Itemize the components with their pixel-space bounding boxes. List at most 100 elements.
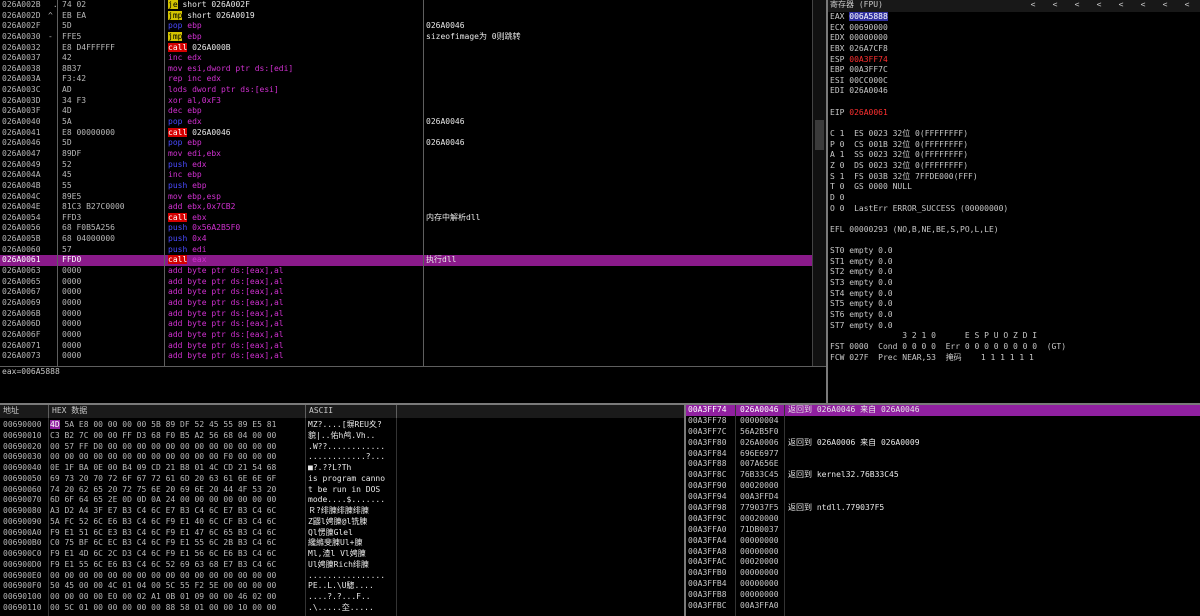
register-line[interactable]: ST6 empty 0.0	[830, 310, 1200, 321]
dump-row[interactable]: 00690090 5A FC 52 6C E6 B3 C4 6C F9 E1 40…	[0, 517, 684, 528]
disasm-row[interactable]: 026A004A 45 inc ebp	[0, 170, 812, 181]
disasm-row[interactable]: 026A0063 0000 add byte ptr ds:[eax],al	[0, 266, 812, 277]
dump-row[interactable]: 00690030 00 00 00 00 00 00 00 00 00 00 00…	[0, 452, 684, 463]
stack-row[interactable]: 00A3FF8C 76B33C45 返回到 kernel32.76B33C45	[686, 470, 1200, 481]
disasm-row[interactable]: 026A0071 0000 add byte ptr ds:[eax],al	[0, 341, 812, 352]
stack-row[interactable]: 00A3FF80 026A0006 返回到 026A0006 来自 026A0009	[686, 438, 1200, 449]
disasm-row[interactable]: 026A002D ^ EB EA jmp short 026A0019	[0, 10, 812, 22]
registers-pane[interactable]: 寄存器 (FPU) < < < < < < < < EAX 006A5888 ECX 00690…	[828, 0, 1200, 404]
disasm-row[interactable]: 026A0061 FFD0 call eax 执行dll	[0, 255, 812, 267]
stack-row[interactable]: 00A3FF9C 00020000	[686, 514, 1200, 525]
disasm-row[interactable]: 026A0047 89DF mov edi,ebx	[0, 149, 812, 160]
register-line[interactable]: C 1 ES 0023 32位 0(FFFFFFFF)	[830, 129, 1200, 140]
dump-row[interactable]: 006900C0 F9 E1 4D 6C 2C D3 C4 6C F9 E1 56…	[0, 549, 684, 560]
register-line[interactable]	[830, 118, 1200, 129]
stack-row[interactable]: 00A3FF78 00000004	[686, 416, 1200, 427]
stack-row[interactable]: 00A3FFA0 71DB0037	[686, 525, 1200, 536]
disasm-row[interactable]: 026A0056 68 F0B5A256 push 0x56A2B5F0	[0, 223, 812, 234]
stack-row[interactable]: 00A3FFBC 00A3FFA0	[686, 601, 1200, 612]
register-line[interactable]: ST1 empty 0.0	[830, 257, 1200, 268]
registers-nav-arrow[interactable]: <	[1111, 0, 1131, 11]
dump-row[interactable]: 00690110 00 5C 01 00 00 00 00 00 88 58 01…	[0, 603, 684, 614]
register-line[interactable]	[830, 214, 1200, 225]
dump-row[interactable]: 00690070 6D 6F 64 65 2E 0D 0D 0A 24 00 00…	[0, 495, 684, 506]
dump-header-ascii[interactable]: ASCII	[309, 406, 333, 417]
register-line[interactable]: ST3 empty 0.0	[830, 278, 1200, 289]
register-line[interactable]: P 0 CS 001B 32位 0(FFFFFFFF)	[830, 140, 1200, 151]
disasm-col-sep-2[interactable]	[164, 0, 165, 366]
stack-row[interactable]: 00A3FF74 026A0046 返回到 026A0046 来自 026A0046	[686, 405, 1200, 416]
register-line[interactable]: ST4 empty 0.0	[830, 289, 1200, 300]
disasm-scrollbar[interactable]	[812, 0, 826, 366]
dump-row[interactable]: 00690000 4D 5A E8 00 00 00 00 5B 89 DF 52…	[0, 420, 684, 431]
dump-row[interactable]: 00690020 00 57 FF D0 00 00 00 00 00 00 00…	[0, 442, 684, 453]
disasm-row[interactable]: 026A0067 0000 add byte ptr ds:[eax],al	[0, 287, 812, 298]
dump-row[interactable]: 006900F0 50 45 00 00 4C 01 04 00 5C 55 F2…	[0, 581, 684, 592]
register-line[interactable]: T 0 GS 0000 NULL	[830, 182, 1200, 193]
disasm-row[interactable]: 026A004B 55 push ebp	[0, 181, 812, 192]
register-line[interactable]: ESP 00A3FF74	[830, 55, 1200, 66]
registers-nav-arrow[interactable]: <	[1023, 0, 1043, 11]
registers-nav-arrow[interactable]: <	[1177, 0, 1197, 11]
register-line[interactable]: EBP 00A3FF7C	[830, 65, 1200, 76]
stack-row[interactable]: 00A3FF98 779037F5 返回到 ntdll.779037F5	[686, 503, 1200, 514]
register-value[interactable]: 006A5888	[849, 12, 888, 21]
disasm-row[interactable]: 026A0030- FFE5 jmp ebp sizeofimage为 0则跳转	[0, 31, 812, 43]
disasm-row[interactable]: 026A0049 52 push edx	[0, 160, 812, 171]
stack-row[interactable]: 00A3FF88 007A656E	[686, 459, 1200, 470]
stack-row[interactable]: 00A3FFB8 00000000	[686, 590, 1200, 601]
disassembly-pane[interactable]: 026A002B . 74 02 je short 026A002F 026A002D…	[0, 0, 826, 366]
registers-nav-arrow[interactable]: <	[1067, 0, 1087, 11]
disasm-row[interactable]: 026A002F 5D pop ebp 026A0046	[0, 21, 812, 32]
register-line[interactable]: EFL 00000293 (NO,B,NE,BE,S,PO,L,LE)	[830, 225, 1200, 236]
disasm-row[interactable]: 026A0037 42 inc edx	[0, 53, 812, 64]
disasm-row[interactable]: 026A005B 68 04000000 push 0x4	[0, 234, 812, 245]
dump-row[interactable]: 00690050 69 73 20 70 72 6F 67 72 61 6D 20…	[0, 474, 684, 485]
dump-row[interactable]: 00690100 00 00 00 00 E0 00 02 A1 0B 01 09…	[0, 592, 684, 603]
disasm-col-sep-1[interactable]	[57, 0, 58, 366]
disasm-row[interactable]: 026A0040 5A pop edx 026A0046	[0, 117, 812, 128]
register-line[interactable]: ST5 empty 0.0	[830, 299, 1200, 310]
disasm-row[interactable]: 026A003F 4D dec ebp	[0, 106, 812, 117]
dump-header-hex[interactable]: HEX 数据	[52, 406, 87, 417]
stack-row[interactable]: 00A3FFA4 00000000	[686, 536, 1200, 547]
dump-hsep-2[interactable]	[305, 405, 306, 418]
register-line[interactable]: ESI 00CC000C	[830, 76, 1200, 87]
register-line[interactable]: 3 2 1 0 E S P U O Z D I	[830, 331, 1200, 342]
disasm-row[interactable]: 026A003C AD lods dword ptr ds:[esi]	[0, 85, 812, 96]
dump-row[interactable]: 006900A0 F9 E1 51 6C E3 B3 C4 6C F9 E1 47…	[0, 528, 684, 539]
disasm-row[interactable]: 026A0069 0000 add byte ptr ds:[eax],al	[0, 298, 812, 309]
disasm-scroll-thumb[interactable]	[815, 120, 824, 150]
disasm-row[interactable]: 026A006F 0000 add byte ptr ds:[eax],al	[0, 330, 812, 341]
dump-hsep-1[interactable]	[48, 405, 49, 418]
registers-nav-arrow[interactable]: <	[1155, 0, 1175, 11]
register-line[interactable]: EDX 00000000	[830, 33, 1200, 44]
register-line[interactable]: ST0 empty 0.0	[830, 246, 1200, 257]
disasm-row[interactable]: 026A003D 34 F3 xor al,0xF3	[0, 96, 812, 107]
dump-row[interactable]: 00690060 74 20 62 65 20 72 75 6E 20 69 6E…	[0, 485, 684, 496]
disasm-row[interactable]: 026A0046 5D pop ebp 026A0046	[0, 138, 812, 149]
stack-row[interactable]: 00A3FFA8 00000000	[686, 547, 1200, 558]
dump-row[interactable]: 006900E0 00 00 00 00 00 00 00 00 00 00 00…	[0, 571, 684, 582]
dump-hsep-3[interactable]	[396, 405, 397, 418]
register-line[interactable]: ECX 00690000	[830, 23, 1200, 34]
stack-row[interactable]: 00A3FFB0 00000000	[686, 568, 1200, 579]
registers-nav-arrow[interactable]: <	[1045, 0, 1065, 11]
registers-nav-arrow[interactable]: <	[1089, 0, 1109, 11]
stack-row[interactable]: 00A3FFB4 00000000	[686, 579, 1200, 590]
register-line[interactable]: O 0 LastErr ERROR_SUCCESS (00000000)	[830, 204, 1200, 215]
disasm-row[interactable]: 026A0032 E8 D4FFFFFF call 026A000B	[0, 42, 812, 54]
disasm-row[interactable]: 026A0060 57 push edi	[0, 245, 812, 256]
register-line[interactable]: D 0	[830, 193, 1200, 204]
dump-row[interactable]: 00690040 0E 1F BA 0E 00 B4 09 CD 21 B8 01…	[0, 463, 684, 474]
register-value[interactable]: 026A0061	[849, 108, 888, 117]
dump-row[interactable]: 00690080 A3 D2 A4 3F E7 B3 C4 6C E7 B3 C4…	[0, 506, 684, 517]
register-line[interactable]: FST 0000 Cond 0 0 0 0 Err 0 0 0 0 0 0 0 …	[830, 342, 1200, 353]
stack-row[interactable]: 00A3FF90 00020000	[686, 481, 1200, 492]
register-line[interactable]: A 1 SS 0023 32位 0(FFFFFFFF)	[830, 150, 1200, 161]
disasm-row[interactable]: 026A002B . 74 02 je short 026A002F	[0, 0, 812, 11]
dump-pane[interactable]: 地址 HEX 数据 ASCII 00690000 4D 5A E8 00 00 0…	[0, 405, 684, 616]
disasm-row[interactable]: 026A006B 0000 add byte ptr ds:[eax],al	[0, 309, 812, 320]
dump-header-addr[interactable]: 地址	[3, 406, 19, 417]
dump-row[interactable]: 00690010 C3 B2 7C 00 00 FF D3 68 F0 B5 A2…	[0, 431, 684, 442]
